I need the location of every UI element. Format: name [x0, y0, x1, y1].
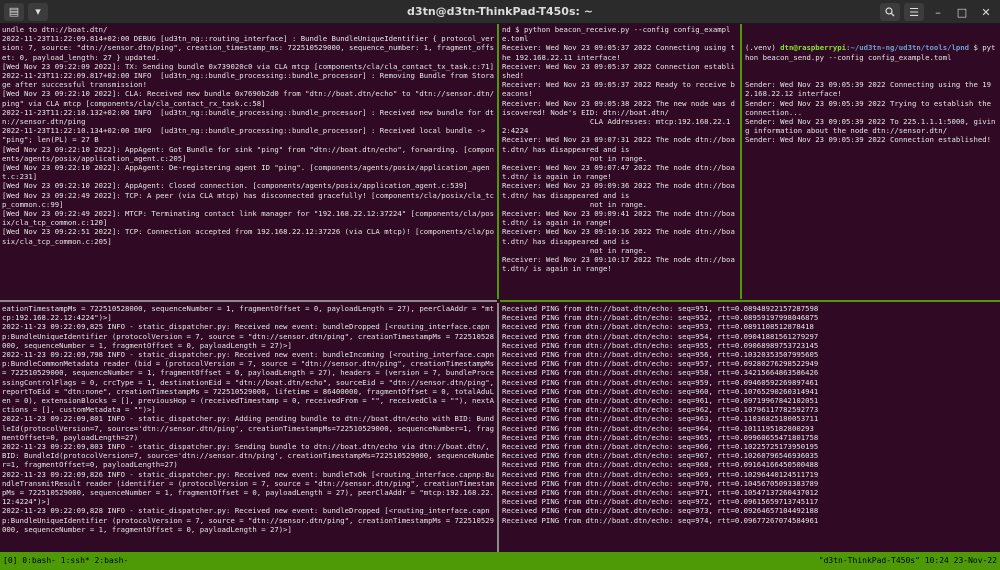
receiver-log-line: Receiver: Wed Nov 23 09:05:37 2022 Conne…	[502, 43, 735, 62]
ping-log-line: Received PING from dtn://boat.dtn/echo: …	[502, 377, 819, 387]
tmux-status-right: "d3tn-ThinkPad-T450s" 10:24 23-Nov-22	[818, 556, 997, 565]
log-line: [Wed Nov 23 09:22:10 2022]: CLA: Receive…	[2, 89, 495, 108]
search-icon	[885, 7, 895, 17]
minimize-button[interactable]: –	[928, 3, 948, 21]
search-button[interactable]	[880, 3, 900, 21]
ping-log-line: Received PING from dtn://boat.dtn/echo: …	[502, 396, 819, 406]
ping-log-line: Received PING from dtn://boat.dtn/echo: …	[502, 515, 819, 525]
ping-log-line: Received PING from dtn://boat.dtn/echo: …	[502, 497, 819, 507]
log-line: 2022-11-23T11:22:09.817+02:00 INFO [ud3t…	[2, 71, 495, 90]
chevron-down-icon: ▾	[35, 5, 41, 18]
hamburger-menu-button[interactable]: ☰	[904, 3, 924, 21]
receiver-log-line: Receiver: Wed Nov 23 09:07:47 2022 The n…	[502, 163, 735, 182]
receiver-log-line: Receiver: Wed Nov 23 09:09:36 2022 The n…	[502, 181, 735, 200]
maximize-button[interactable]: □	[952, 3, 972, 21]
receiver-log-line: not in range.	[502, 199, 647, 209]
log-line: [Wed Nov 23 09:22:51 2022]: TCP: Connect…	[2, 227, 495, 246]
dispatcher-log-line: 2022-11-23 09:22:09,825 INFO - static_di…	[2, 322, 495, 350]
new-tab-button[interactable]: ▤	[4, 2, 24, 21]
pane-divider-horizontal[interactable]	[0, 300, 497, 302]
receiver-log-line: CLA Addresses: mtcp:192.168.22.12:4224	[502, 117, 731, 136]
terminal-plus-icon: ▤	[8, 5, 20, 18]
tmux-window-list[interactable]: [0] 0:bash- 1:ssh* 2:bash-	[3, 556, 128, 566]
tmux-pane-right-bottom[interactable]: Received PING from dtn://boat.dtn/echo: …	[500, 303, 1000, 552]
log-line: [Wed Nov 23 09:22:10 2022]: AppAgent: De…	[2, 163, 490, 182]
log-line: [Wed Nov 23 09:22:10 2022]: AppAgent: Go…	[2, 144, 495, 163]
ping-log-line: Received PING from dtn://boat.dtn/echo: …	[502, 442, 819, 452]
dispatcher-log-line: 2022-11-23 09:22:09,828 INFO - static_di…	[2, 506, 495, 534]
ping-log-line: Received PING from dtn://boat.dtn/echo: …	[502, 340, 819, 350]
tmux-status-bar: [0] 0:bash- 1:ssh* 2:bash- "d3tn-ThinkPa…	[0, 552, 1000, 570]
shell-prompt-line: (.venv) dtn@raspberrypi:~/ud3tn-ng/ud3tn…	[745, 43, 998, 61]
ping-log-line: Received PING from dtn://boat.dtn/echo: …	[502, 469, 819, 479]
sender-log-line: Sender: Wed Nov 23 09:05:39 2022 Connect…	[745, 80, 992, 99]
close-icon: ✕	[981, 5, 991, 19]
ping-log-line: Received PING from dtn://boat.dtn/echo: …	[502, 414, 819, 424]
ping-log-line: Received PING from dtn://boat.dtn/echo: …	[502, 478, 819, 488]
log-line: undle to dtn://boat.dtn/	[2, 25, 108, 34]
ping-log-line: Received PING from dtn://boat.dtn/echo: …	[502, 304, 819, 313]
pane-divider-vertical[interactable]	[497, 303, 499, 552]
tmux-pane-left-bottom[interactable]: eationTimestampMs = 722510528000, sequen…	[0, 303, 497, 552]
ping-log-line: Received PING from dtn://boat.dtn/echo: …	[502, 359, 819, 369]
ping-log-line: Received PING from dtn://boat.dtn/echo: …	[502, 350, 819, 360]
pane-divider-horizontal[interactable]	[500, 300, 1000, 302]
ping-log-line: Received PING from dtn://boat.dtn/echo: …	[502, 506, 819, 516]
receiver-log-line: not in range.	[502, 245, 647, 255]
tmux-pane-right-top[interactable]: (.venv) dtn@raspberrypi:~/ud3tn-ng/ud3tn…	[743, 24, 1000, 299]
prompt-path: :~/ud3tn-ng/ud3tn/tools/lpnd	[846, 43, 970, 53]
tmux-pane-middle-top[interactable]: nd $ python beacon_receive.py --config c…	[500, 24, 740, 299]
dispatcher-log-line: 2022-11-23 09:22:09,803 INFO - static_di…	[2, 442, 495, 470]
dispatcher-log-line: 2022-11-23 09:22:09,801 INFO - static_di…	[2, 414, 495, 442]
sender-log-line: Sender: Wed Nov 23 09:05:39 2022 To 225.…	[745, 117, 996, 136]
sender-output: Sender: Wed Nov 23 09:05:39 2022 Connect…	[745, 80, 998, 144]
tmux-pane-left-top[interactable]: undle to dtn://boat.dtn/2022-11-23T11:22…	[0, 24, 497, 299]
receiver-log-line: Receiver: Wed Nov 23 09:10:16 2022 The n…	[502, 227, 735, 246]
ping-log-line: Received PING from dtn://boat.dtn/echo: …	[502, 322, 814, 332]
ping-log-line: Received PING from dtn://boat.dtn/echo: …	[502, 423, 814, 433]
log-line: 2022-11-23T11:22:09.814+02:00 DEBUG [ud3…	[2, 34, 495, 62]
sender-log-line: Sender: Wed Nov 23 09:05:39 2022 Trying …	[745, 98, 996, 117]
receiver-log-line: Receiver: Wed Nov 23 09:07:31 2022 The n…	[502, 135, 735, 154]
ping-log-line: Received PING from dtn://boat.dtn/echo: …	[502, 386, 819, 396]
log-line: [Wed Nov 23 09:22:10 2022]: AppAgent: Cl…	[2, 181, 468, 191]
ping-log-line: Received PING from dtn://boat.dtn/echo: …	[502, 432, 819, 442]
ping-log-line: Received PING from dtn://boat.dtn/echo: …	[502, 313, 819, 323]
receiver-log-line: Receiver: Wed Nov 23 09:05:38 2022 The n…	[502, 98, 735, 117]
menu-dropdown-button[interactable]: ▾	[28, 2, 48, 21]
ping-log-line: Received PING from dtn://boat.dtn/echo: …	[502, 331, 819, 341]
receiver-log-line: not in range.	[502, 153, 647, 163]
dispatcher-log-line: 2022-11-23 09:22:09,826 INFO - static_di…	[2, 469, 495, 507]
close-button[interactable]: ✕	[976, 3, 996, 21]
receiver-log-line: Receiver: Wed Nov 23 09:09:41 2022 The n…	[502, 209, 735, 228]
receiver-log-line: Receiver: Wed Nov 23 09:10:17 2022 The n…	[502, 255, 735, 274]
ping-log-line: Received PING from dtn://boat.dtn/echo: …	[502, 405, 819, 415]
ping-log-line: Received PING from dtn://boat.dtn/echo: …	[502, 460, 819, 470]
pane-divider-vertical[interactable]	[497, 24, 499, 299]
window-title: d3tn@d3tn-ThinkPad-T450s: ~	[407, 5, 593, 18]
ping-log-line: Received PING from dtn://boat.dtn/echo: …	[502, 488, 819, 498]
log-line: 2022-11-23T11:22:10.132+02:00 INFO [ud3t…	[2, 107, 495, 127]
ping-log-line: Received PING from dtn://boat.dtn/echo: …	[502, 368, 819, 378]
receiver-log-line: Receiver: Wed Nov 23 09:05:37 2022 Ready…	[502, 80, 735, 99]
terminal-area[interactable]: undle to dtn://boat.dtn/2022-11-23T11:22…	[0, 24, 1000, 552]
dispatcher-log-line: 2022-11-23 09:22:09,798 INFO - static_di…	[2, 350, 495, 415]
receiver-log-line: nd $ python beacon_receive.py --config c…	[502, 25, 731, 44]
dispatcher-log-line: eationTimestampMs = 722510528000, sequen…	[2, 304, 495, 323]
window-titlebar: ▤ ▾ d3tn@d3tn-ThinkPad-T450s: ~ ☰ – □ ✕	[0, 0, 1000, 24]
menu-icon: ☰	[909, 5, 919, 19]
log-line: 2022-11-23T11:22:10.134+02:00 INFO [ud3t…	[2, 126, 490, 145]
sender-log-line: Sender: Wed Nov 23 09:05:39 2022 Connect…	[745, 135, 992, 145]
log-line: [Wed Nov 23 09:22:09 2022]: TX: Sending …	[2, 61, 495, 71]
maximize-icon: □	[956, 5, 968, 19]
ping-log-line: Received PING from dtn://boat.dtn/echo: …	[502, 451, 819, 461]
log-line: [Wed Nov 23 09:22:49 2022]: MTCP: Termin…	[2, 209, 495, 228]
venv-indicator: (.venv)	[745, 43, 781, 53]
log-line: [Wed Nov 23 09:22:49 2022]: TCP: A peer …	[2, 190, 495, 209]
minimize-icon: –	[935, 5, 941, 19]
receiver-log-line: Receiver: Wed Nov 23 09:05:37 2022 Conne…	[502, 61, 735, 81]
pane-divider-vertical[interactable]	[740, 24, 742, 299]
prompt-user-host: dtn@raspberrypi	[780, 43, 847, 53]
